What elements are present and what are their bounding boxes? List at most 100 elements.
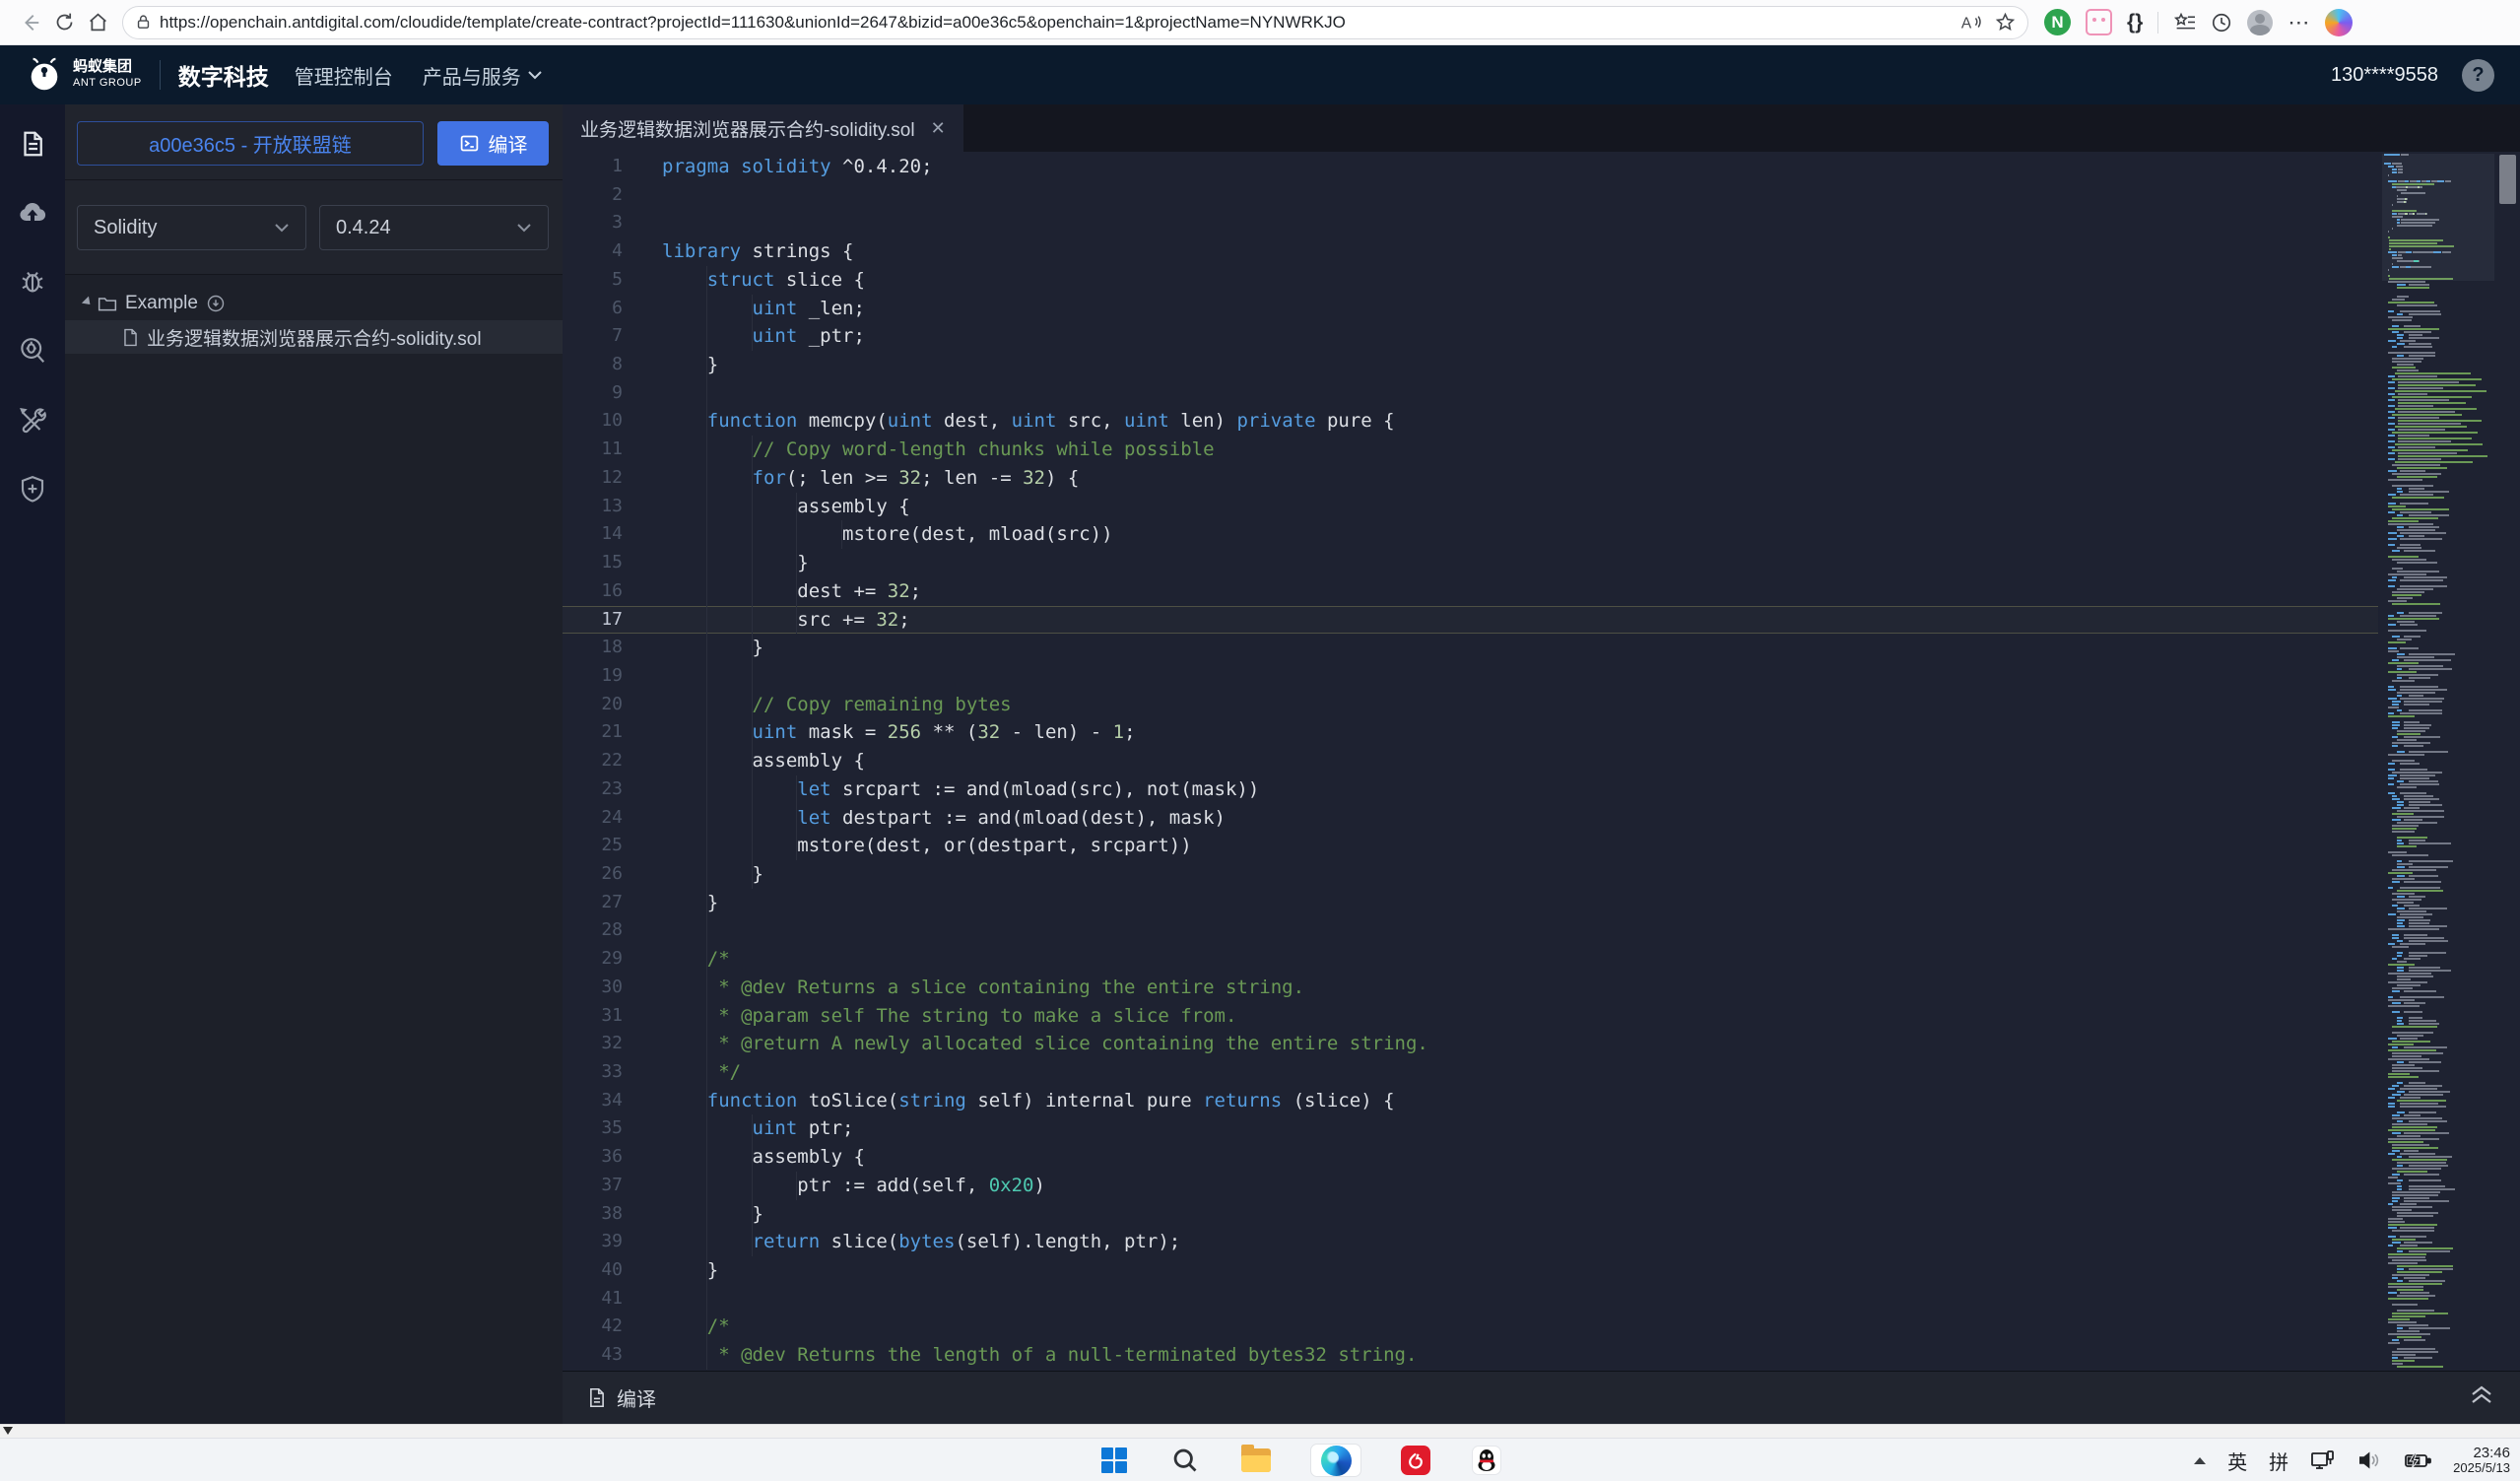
- code-line: 41: [563, 1285, 2378, 1313]
- search-button[interactable]: [1168, 1444, 1202, 1477]
- favorite-star-icon[interactable]: [1995, 12, 2016, 33]
- favorites-bar-icon[interactable]: [2173, 12, 2196, 33]
- compile-button[interactable]: 编译: [437, 121, 549, 166]
- version-select[interactable]: 0.4.24: [319, 205, 549, 250]
- code-line: 34 function toSlice(string self) interna…: [563, 1087, 2378, 1115]
- tree-folder-example[interactable]: Example: [65, 287, 563, 320]
- shield-plus-icon[interactable]: [17, 473, 48, 505]
- language-select[interactable]: Solidity: [77, 205, 306, 250]
- display-device-icon[interactable]: [2310, 1448, 2336, 1472]
- divider: [2157, 12, 2158, 34]
- scroll-arrow-icon: [3, 1427, 13, 1435]
- date-text: 2025/5/13: [2453, 1460, 2510, 1475]
- tab-contract-file[interactable]: 业务逻辑数据浏览器展示合约-solidity.sol ✕: [563, 104, 963, 152]
- ime-pinyin-indicator[interactable]: 拼: [2269, 1447, 2288, 1475]
- code-line: 37 ptr := add(self, 0x20): [563, 1172, 2378, 1200]
- code-line: 32 * @return A newly allocated slice con…: [563, 1030, 2378, 1058]
- code-line: 43 * @dev Returns the length of a null-t…: [563, 1341, 2378, 1370]
- edge-browser-button[interactable]: [1310, 1444, 1361, 1477]
- chain-select-button[interactable]: a00e36c5 - 开放联盟链: [77, 121, 424, 166]
- code-line: 24 let destpart := and(mload(dest), mask…: [563, 804, 2378, 833]
- tools-icon[interactable]: [17, 404, 48, 436]
- minimap-content: [2382, 154, 2494, 1371]
- close-icon[interactable]: ✕: [931, 118, 946, 139]
- search-icon: [1171, 1447, 1199, 1474]
- bottom-compile[interactable]: 编译: [588, 1383, 656, 1412]
- code-line: 11 // Copy word-length chunks while poss…: [563, 436, 2378, 464]
- speaker-icon[interactable]: [2357, 1449, 2382, 1471]
- code-line: 2: [563, 181, 2378, 210]
- browser-menu-icon[interactable]: ⋯: [2288, 10, 2310, 35]
- extension-tv-icon[interactable]: [2086, 9, 2112, 35]
- home-icon[interactable]: [81, 6, 114, 39]
- read-aloud-icon[interactable]: A: [1959, 13, 1981, 33]
- code-line: 36 assembly {: [563, 1143, 2378, 1172]
- qq-penguin-icon: [1472, 1446, 1501, 1475]
- code-line: 19: [563, 662, 2378, 691]
- menu-console[interactable]: 管理控制台: [295, 61, 393, 90]
- start-button[interactable]: [1097, 1444, 1131, 1477]
- battery-charging-icon[interactable]: [2404, 1450, 2431, 1470]
- debug-bug-icon[interactable]: [17, 266, 48, 298]
- file-explorer-button[interactable]: [1239, 1444, 1273, 1477]
- browser-extensions: N {} ⋯: [2044, 9, 2353, 36]
- app-header: 蚂蚁集团 ANT GROUP 数字科技 管理控制台 产品与服务 130****9…: [0, 45, 2520, 104]
- copilot-icon[interactable]: [2325, 9, 2353, 36]
- scan-bug-icon[interactable]: [17, 335, 48, 367]
- divider: [160, 60, 161, 90]
- terminal-icon: [459, 133, 480, 154]
- code-line: 23 let srcpart := and(mload(src), not(ma…: [563, 775, 2378, 804]
- tree-file-contract[interactable]: 业务逻辑数据浏览器展示合约-solidity.sol: [65, 320, 563, 354]
- code-area[interactable]: 1pragma solidity ^0.4.20;234library stri…: [563, 152, 2520, 1371]
- code-line: 22 assembly {: [563, 747, 2378, 775]
- browser-chrome: https://openchain.antdigital.com/cloudid…: [0, 0, 2520, 45]
- tray-expand-chevron[interactable]: [2194, 1457, 2206, 1464]
- bottom-compile-label: 编译: [617, 1383, 656, 1412]
- edge-icon: [1321, 1446, 1352, 1476]
- ant-group-logo[interactable]: 蚂蚁集团 ANT GROUP: [26, 56, 142, 94]
- code-line: 14 mstore(dest, mload(src)): [563, 520, 2378, 549]
- minimap-viewport[interactable]: [2382, 154, 2494, 281]
- code-line: 33 */: [563, 1058, 2378, 1087]
- code-line: 1pragma solidity ^0.4.20;: [563, 153, 2378, 181]
- cloud-download-icon[interactable]: [206, 294, 226, 313]
- expand-panel-button[interactable]: [2469, 1383, 2494, 1413]
- code-line: 3: [563, 209, 2378, 237]
- windows-icon: [1101, 1447, 1127, 1473]
- chevron-down-icon: [516, 223, 532, 233]
- help-icon[interactable]: ?: [2462, 59, 2494, 92]
- page-scroll-strip[interactable]: [0, 1424, 2520, 1438]
- code-line: 29 /*: [563, 945, 2378, 974]
- code-lines[interactable]: 1pragma solidity ^0.4.20;234library stri…: [563, 153, 2378, 1370]
- product-title: 数字科技: [178, 58, 269, 92]
- code-line: 42 /*: [563, 1313, 2378, 1341]
- double-chevron-up-icon: [2469, 1383, 2494, 1407]
- back-icon[interactable]: [14, 6, 47, 39]
- qq-app-button[interactable]: [1470, 1444, 1503, 1477]
- refresh-icon[interactable]: [47, 6, 81, 39]
- time-text: 23:46: [2453, 1446, 2510, 1460]
- brand-text: 蚂蚁集团 ANT GROUP: [73, 59, 142, 91]
- tab-label: 业务逻辑数据浏览器展示合约-solidity.sol: [580, 115, 915, 142]
- minimap[interactable]: [2382, 154, 2494, 1371]
- scrollbar-thumb[interactable]: [2499, 155, 2516, 204]
- svg-text:A: A: [1961, 15, 1972, 32]
- files-icon[interactable]: [17, 128, 48, 160]
- activity-bar: [0, 104, 65, 1424]
- extension-n-icon[interactable]: N: [2044, 9, 2071, 35]
- vertical-scrollbar[interactable]: [2496, 152, 2520, 1371]
- cloud-upload-icon[interactable]: [17, 197, 48, 229]
- ime-english-indicator[interactable]: 英: [2227, 1447, 2247, 1475]
- chevron-down-icon: [274, 223, 290, 233]
- address-bar[interactable]: https://openchain.antdigital.com/cloudid…: [122, 6, 2028, 39]
- extension-braces-icon[interactable]: {}: [2127, 11, 2143, 34]
- code-line: 10 function memcpy(uint dest, uint src, …: [563, 407, 2378, 436]
- account-number[interactable]: 130****9558: [2331, 64, 2438, 87]
- taskbar-clock[interactable]: 23:46 2025/5/13: [2453, 1446, 2510, 1475]
- profile-avatar-icon[interactable]: [2247, 10, 2273, 35]
- menu-products[interactable]: 产品与服务: [423, 61, 543, 90]
- version-value: 0.4.24: [336, 217, 391, 239]
- history-icon[interactable]: [2211, 12, 2232, 34]
- code-line: 5 struct slice {: [563, 266, 2378, 295]
- music-app-button[interactable]: [1399, 1444, 1432, 1477]
